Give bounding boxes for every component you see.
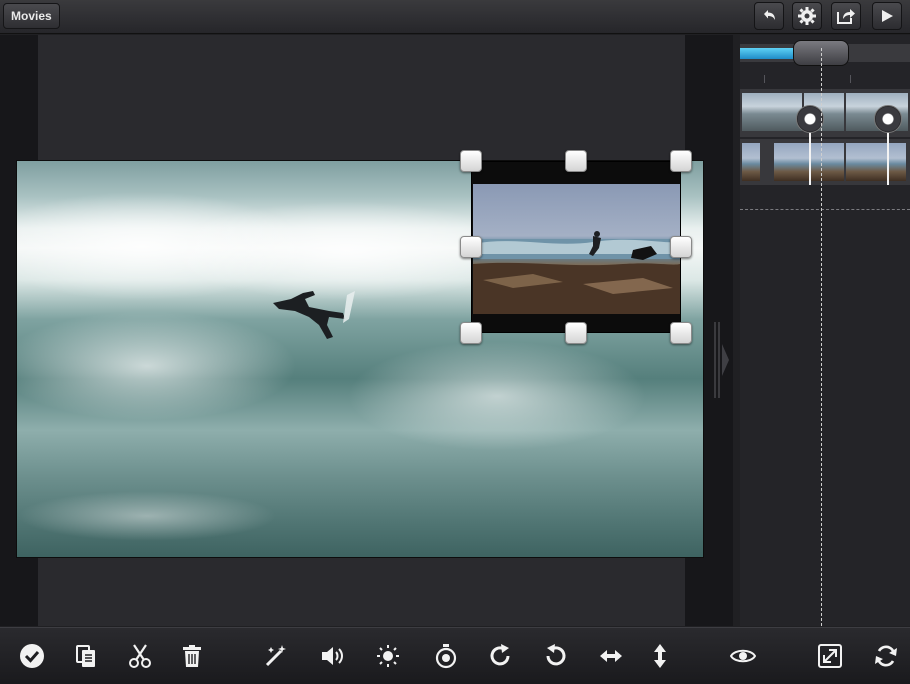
flip-vertical-button[interactable] — [644, 640, 676, 672]
bottom-toolbar — [0, 627, 910, 684]
fullscreen-icon — [818, 644, 842, 668]
rotate-clockwise-icon — [490, 644, 510, 666]
copy-paste-button[interactable] — [70, 640, 102, 672]
track-divider — [740, 209, 910, 210]
magic-wand-icon — [265, 645, 286, 667]
clip-out-line — [887, 129, 889, 185]
pip-video-thumbnail — [473, 184, 680, 314]
volume-icon — [322, 647, 343, 665]
panel-collapse-grip-icon[interactable] — [712, 322, 730, 398]
clip-thumbnail — [742, 143, 760, 181]
refresh-button[interactable] — [870, 640, 902, 672]
ruler-tick — [850, 75, 851, 83]
speed-button[interactable] — [430, 640, 462, 672]
clip-thumbnail — [742, 93, 802, 131]
refresh-icon — [875, 645, 897, 667]
scissors-icon — [129, 644, 151, 668]
eye-icon — [730, 649, 756, 663]
resize-handle-bottom-left[interactable] — [460, 322, 482, 344]
scrubber-progress — [740, 48, 799, 59]
preview-button[interactable] — [727, 640, 759, 672]
pip-scene — [473, 231, 680, 314]
play-button[interactable] — [872, 2, 902, 30]
wave-foam — [347, 341, 647, 451]
resize-handle-right[interactable] — [670, 236, 692, 258]
video-track-2[interactable] — [740, 139, 910, 185]
trash-icon — [183, 645, 201, 667]
pip-overlay[interactable] — [471, 161, 681, 333]
clip-end-marker[interactable] — [874, 105, 902, 133]
playhead[interactable] — [821, 48, 822, 626]
done-button[interactable] — [16, 640, 48, 672]
rotate-left-button[interactable] — [539, 640, 571, 672]
fullscreen-button[interactable] — [814, 640, 846, 672]
video-editor-app: Movies — [0, 0, 910, 684]
delete-button[interactable] — [176, 640, 208, 672]
stopwatch-icon — [435, 644, 457, 669]
surfer-figure — [273, 291, 355, 339]
top-bar: Movies — [0, 0, 910, 34]
resize-handle-top[interactable] — [565, 150, 587, 172]
resize-handle-left[interactable] — [460, 236, 482, 258]
rotate-right-button[interactable] — [485, 640, 517, 672]
effects-button[interactable] — [260, 640, 292, 672]
flip-horizontal-icon — [600, 650, 622, 662]
share-icon — [837, 9, 855, 24]
flip-horizontal-button[interactable] — [595, 640, 627, 672]
brightness-icon — [377, 645, 399, 667]
resize-handle-top-left[interactable] — [460, 150, 482, 172]
clip-start-marker[interactable] — [796, 105, 824, 133]
volume-button[interactable] — [316, 640, 348, 672]
brightness-button[interactable] — [372, 640, 404, 672]
resize-handle-bottom-right[interactable] — [670, 322, 692, 344]
cut-button[interactable] — [124, 640, 156, 672]
undo-button[interactable] — [754, 2, 784, 30]
rotate-counterclockwise-icon — [546, 644, 566, 666]
resize-handle-top-right[interactable] — [670, 150, 692, 172]
resize-handle-bottom[interactable] — [565, 322, 587, 344]
clip-in-line — [809, 129, 811, 185]
wave-foam — [17, 491, 277, 541]
play-icon — [882, 10, 893, 22]
wave-foam — [17, 311, 297, 421]
gear-icon — [798, 7, 816, 25]
copy-paste-icon — [76, 645, 95, 667]
settings-button[interactable] — [792, 2, 822, 30]
flip-vertical-icon — [654, 644, 666, 668]
share-button[interactable] — [831, 2, 861, 30]
clip-thumbnail — [846, 143, 906, 181]
movies-button[interactable]: Movies — [3, 3, 60, 29]
checkmark-icon — [20, 644, 44, 668]
timeline-panel — [740, 35, 910, 626]
undo-icon — [764, 10, 775, 20]
ruler-tick — [764, 75, 765, 83]
